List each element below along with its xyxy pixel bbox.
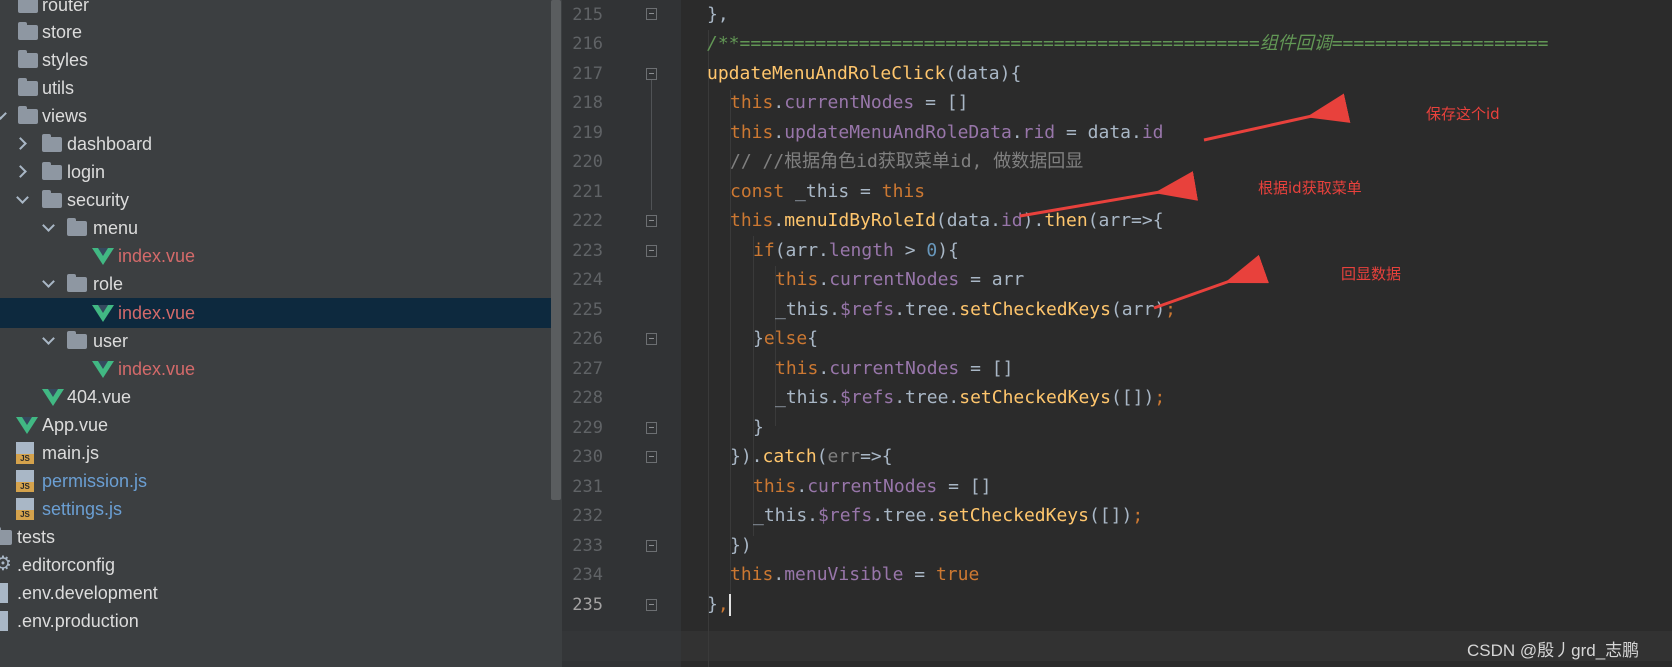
tree-item-label: App.vue	[42, 415, 109, 435]
chevron-down-icon[interactable]	[42, 332, 55, 345]
tree-item-label: permission.js	[42, 471, 148, 491]
tree-item-label: tests	[17, 527, 56, 547]
folder-icon	[18, 50, 38, 68]
tree-item-label: .editorconfig	[17, 555, 116, 575]
tree-item-label: dashboard	[67, 134, 153, 154]
tree-item-label: .env.development	[17, 583, 158, 603]
arrow-save-id	[1203, 93, 1351, 142]
tree-item-label: menu	[93, 218, 139, 238]
folder-icon	[42, 162, 62, 180]
tree-item-label: index.vue	[118, 359, 196, 379]
folder-icon	[18, 78, 38, 96]
watermark: CSDN @殷丿grd_志鹏	[1467, 641, 1640, 660]
js-file-icon	[16, 442, 34, 464]
vue-file-icon	[92, 248, 114, 265]
js-file-icon	[16, 498, 34, 520]
folder-icon	[0, 527, 12, 545]
tree-item-label: user	[93, 331, 129, 351]
annotation-arrows	[1019, 93, 1351, 310]
code-editor[interactable]: 215 216 217 218 219 220 221 222 223 224 …	[562, 0, 1672, 667]
annotation-echo-data: 回显数据	[1341, 265, 1402, 283]
vue-file-icon	[42, 389, 64, 406]
js-file-icon	[16, 470, 34, 492]
folder-icon	[42, 190, 62, 208]
chevron-down-icon[interactable]	[0, 107, 7, 120]
chevron-right-icon[interactable]	[14, 165, 27, 178]
annotation-save-id: 保存这个id	[1426, 105, 1500, 123]
arrow-echo-data	[1153, 254, 1269, 310]
tree-item-label: role	[93, 274, 124, 294]
vue-file-icon	[16, 417, 38, 434]
folder-icon	[67, 274, 87, 292]
tree-item-label: settings.js	[42, 499, 123, 519]
tree-item-label: utils	[42, 78, 75, 98]
folder-icon	[18, 106, 38, 124]
tree-item-label: .env.production	[17, 611, 139, 631]
sidebar-scrollbar-thumb[interactable]	[551, 0, 561, 500]
gear-icon: ⚙	[0, 553, 12, 575]
tree-item-role-index-vue[interactable]: index.vue	[0, 298, 562, 328]
chevron-down-icon[interactable]	[42, 275, 55, 288]
vue-file-icon	[92, 361, 114, 378]
folder-icon	[42, 134, 62, 152]
tree-item-label: index.vue	[118, 246, 196, 266]
tree-item-label: login	[67, 162, 106, 182]
project-tree: router store styles utils views dashboar…	[0, 0, 562, 667]
tree-item-label: index.vue	[118, 303, 196, 323]
tree-item-label: main.js	[42, 443, 100, 463]
tree-item-label: styles	[42, 50, 89, 70]
folder-icon	[18, 0, 38, 13]
folder-icon	[67, 218, 87, 236]
tree-item-label: views	[42, 106, 88, 126]
tree-item-label: store	[42, 22, 83, 42]
tree-item-label: security	[67, 190, 130, 210]
chevron-down-icon[interactable]	[42, 219, 55, 232]
arrow-get-menu	[1019, 171, 1199, 218]
annotation-get-menu: 根据id获取菜单	[1258, 179, 1362, 197]
file-icon	[0, 583, 8, 603]
chevron-down-icon[interactable]	[16, 191, 29, 204]
file-icon	[0, 611, 8, 631]
vue-file-icon	[92, 305, 114, 322]
folder-icon	[18, 22, 38, 40]
folder-icon	[67, 331, 87, 349]
chevron-right-icon[interactable]	[14, 137, 27, 150]
tree-item-label: 404.vue	[67, 387, 132, 407]
